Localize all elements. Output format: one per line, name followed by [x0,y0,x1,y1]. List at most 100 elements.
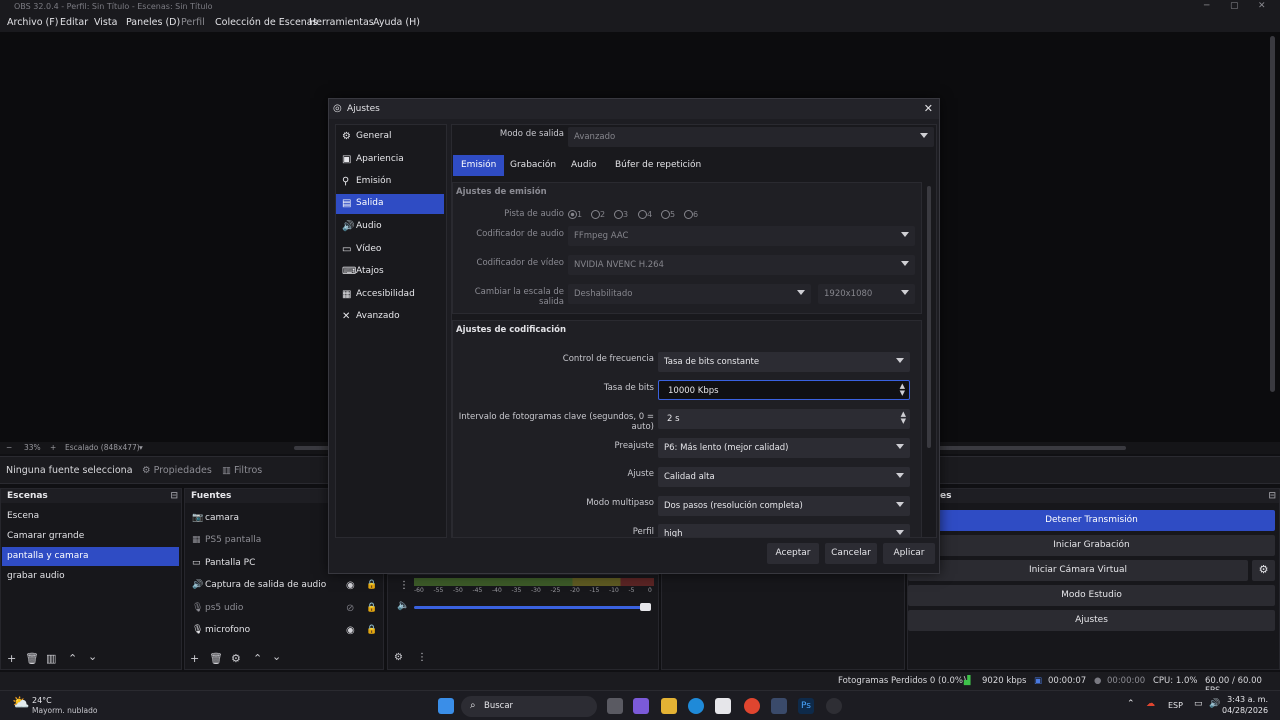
task-view-icon[interactable] [607,698,623,714]
trash-icon[interactable]: 🗑 [209,652,223,665]
move-down-icon[interactable]: ⌄ [272,650,281,663]
track-radio-6[interactable]: 6 [684,210,698,219]
windows-start-icon[interactable] [438,698,454,714]
more-icon[interactable]: ⋮ [417,652,427,663]
track-radio-4[interactable]: 4 [638,210,652,219]
app-icon[interactable] [771,698,787,714]
scene-item-active[interactable]: pantalla y camara [2,547,179,566]
file-explorer-icon[interactable] [661,698,677,714]
scene-item[interactable]: grabar audio [2,567,179,586]
minimize-icon[interactable]: ─ [1204,1,1209,11]
menu-ayuda[interactable]: Ayuda (H) [373,17,420,28]
edge-icon[interactable] [688,698,704,714]
mixer-settings-icon[interactable]: ⚙ [394,652,403,663]
properties-button[interactable]: ⚙ Propiedades [142,465,212,476]
scene-item[interactable]: Escena [2,507,179,526]
rescale-select[interactable]: Deshabilitado [568,284,811,304]
obs-icon[interactable] [826,698,842,714]
close-icon[interactable]: ✕ [1258,1,1266,11]
taskbar-search[interactable]: ⌕ Buscar [461,696,597,717]
menu-archivo[interactable]: Archivo (F) [7,17,58,28]
menu-editar[interactable]: Editar [60,17,88,28]
menu-coleccion[interactable]: Colección de Escenas [215,17,318,28]
apply-button[interactable]: Aplicar [883,543,935,564]
studio-mode-button[interactable]: Modo Estudio [908,585,1275,606]
volume-slider[interactable] [414,606,650,609]
volume-slider-handle[interactable] [640,603,651,611]
nav-atajos[interactable]: ⌨ Atajos [336,262,444,282]
track-radio-2[interactable]: 2 [591,210,605,219]
audio-encoder-select[interactable]: FFmpeg AAC [568,226,915,246]
trash-icon[interactable]: 🗑 [25,652,39,665]
filters-button[interactable]: ▥ Filtros [222,465,262,476]
tune-select[interactable]: Calidad alta [658,467,910,487]
copilot-icon[interactable] [633,698,649,714]
photoshop-icon[interactable]: Ps [798,698,814,714]
cancel-button[interactable]: Cancelar [825,543,877,564]
nav-apariencia[interactable]: ▣ Apariencia [336,150,444,170]
stop-streaming-button[interactable]: Detener Transmisión [908,510,1275,531]
move-up-icon[interactable]: ⌃ [253,652,262,665]
rescale-resolution-select[interactable]: 1920x1080 [818,284,915,304]
close-icon[interactable]: ✕ [924,102,933,115]
track-radio-1[interactable]: 1 [568,210,582,219]
tab-audio[interactable]: Audio [563,155,605,176]
eye-icon[interactable]: ◉ [346,625,355,636]
add-scene-icon[interactable]: + [7,652,16,665]
chevron-down-icon[interactable]: ▾ [139,443,143,452]
track-radio-3[interactable]: 3 [614,210,628,219]
maximize-icon[interactable]: ▢ [1230,1,1239,11]
gear-icon[interactable]: ⚙ [231,652,241,665]
menu-paneles[interactable]: Paneles (D) [126,17,180,28]
menu-herramientas[interactable]: Herramientas [309,17,374,28]
chrome-icon[interactable] [744,698,760,714]
dock-menu-icon[interactable]: ⊟ [1268,491,1276,501]
tab-grabacion[interactable]: Grabación [502,155,564,176]
ok-button[interactable]: Aceptar [767,543,819,564]
output-mode-select[interactable]: Avanzado [568,127,934,147]
gear-icon[interactable]: ⚙ [1252,560,1275,581]
settings-button[interactable]: Ajustes [908,610,1275,631]
profile-select[interactable]: high [658,524,910,537]
nav-general[interactable]: ⚙ General [336,127,444,147]
nav-salida[interactable]: ▤ Salida [336,194,444,214]
nav-avanzado[interactable]: ✕ Avanzado [336,307,444,327]
zoom-in-button[interactable]: + [50,443,56,452]
settings-scrollbar[interactable] [927,186,931,448]
tab-emision[interactable]: Emisión [453,155,505,176]
nav-audio[interactable]: 🔊 Audio [336,217,444,237]
nav-emision[interactable]: ⚲ Emisión [336,172,444,192]
lock-icon[interactable]: 🔒 [366,625,377,635]
rate-control-select[interactable]: Tasa de bits constante [658,352,910,372]
spin-arrows-icon[interactable]: ▲ ▼ [900,383,905,397]
preview-vertical-scrollbar[interactable] [1270,36,1275,392]
start-virtual-camera-button[interactable]: Iniciar Cámara Virtual [908,560,1248,581]
dock-menu-icon[interactable]: ⊟ [170,491,178,501]
add-source-icon[interactable]: + [190,652,199,665]
lock-icon[interactable]: 🔒 [366,580,377,590]
spin-arrows-icon[interactable]: ▲ ▼ [901,411,906,425]
clock-date[interactable]: 04/28/2026 [1222,706,1268,715]
speaker-icon[interactable]: 🔊 [1209,699,1220,709]
chevron-up-icon[interactable]: ⌃ [1127,699,1135,709]
move-up-icon[interactable]: ⌃ [68,652,77,665]
move-down-icon[interactable]: ⌄ [88,650,97,663]
zoom-out-button[interactable]: − [6,443,12,452]
volume-icon[interactable]: 🔈 [397,600,409,611]
network-icon[interactable]: ☁ [1146,699,1155,709]
clock-time[interactable]: 3:43 a. m. [1226,695,1268,704]
nav-video[interactable]: ▭ Vídeo [336,240,444,260]
tab-bufer[interactable]: Búfer de repetición [607,155,709,176]
filter-icon[interactable]: ▥ [46,652,56,665]
nav-accesibilidad[interactable]: ▦ Accesibilidad [336,285,444,305]
eye-icon[interactable]: ◉ [346,580,355,591]
weather-icon[interactable]: ⛅ [12,695,29,711]
multipass-select[interactable]: Dos pasos (resolución completa) [658,496,910,516]
store-icon[interactable] [715,698,731,714]
bitrate-spinbox[interactable]: 10000 Kbps ▲ ▼ [658,380,910,400]
keyframe-spinbox[interactable]: 2 s ▲ ▼ [658,409,910,429]
display-icon[interactable]: ▭ [1194,699,1203,709]
start-recording-button[interactable]: Iniciar Grabación [908,535,1275,556]
scene-item[interactable]: Camarar grrande [2,527,179,546]
preset-select[interactable]: P6: Más lento (mejor calidad) [658,438,910,458]
